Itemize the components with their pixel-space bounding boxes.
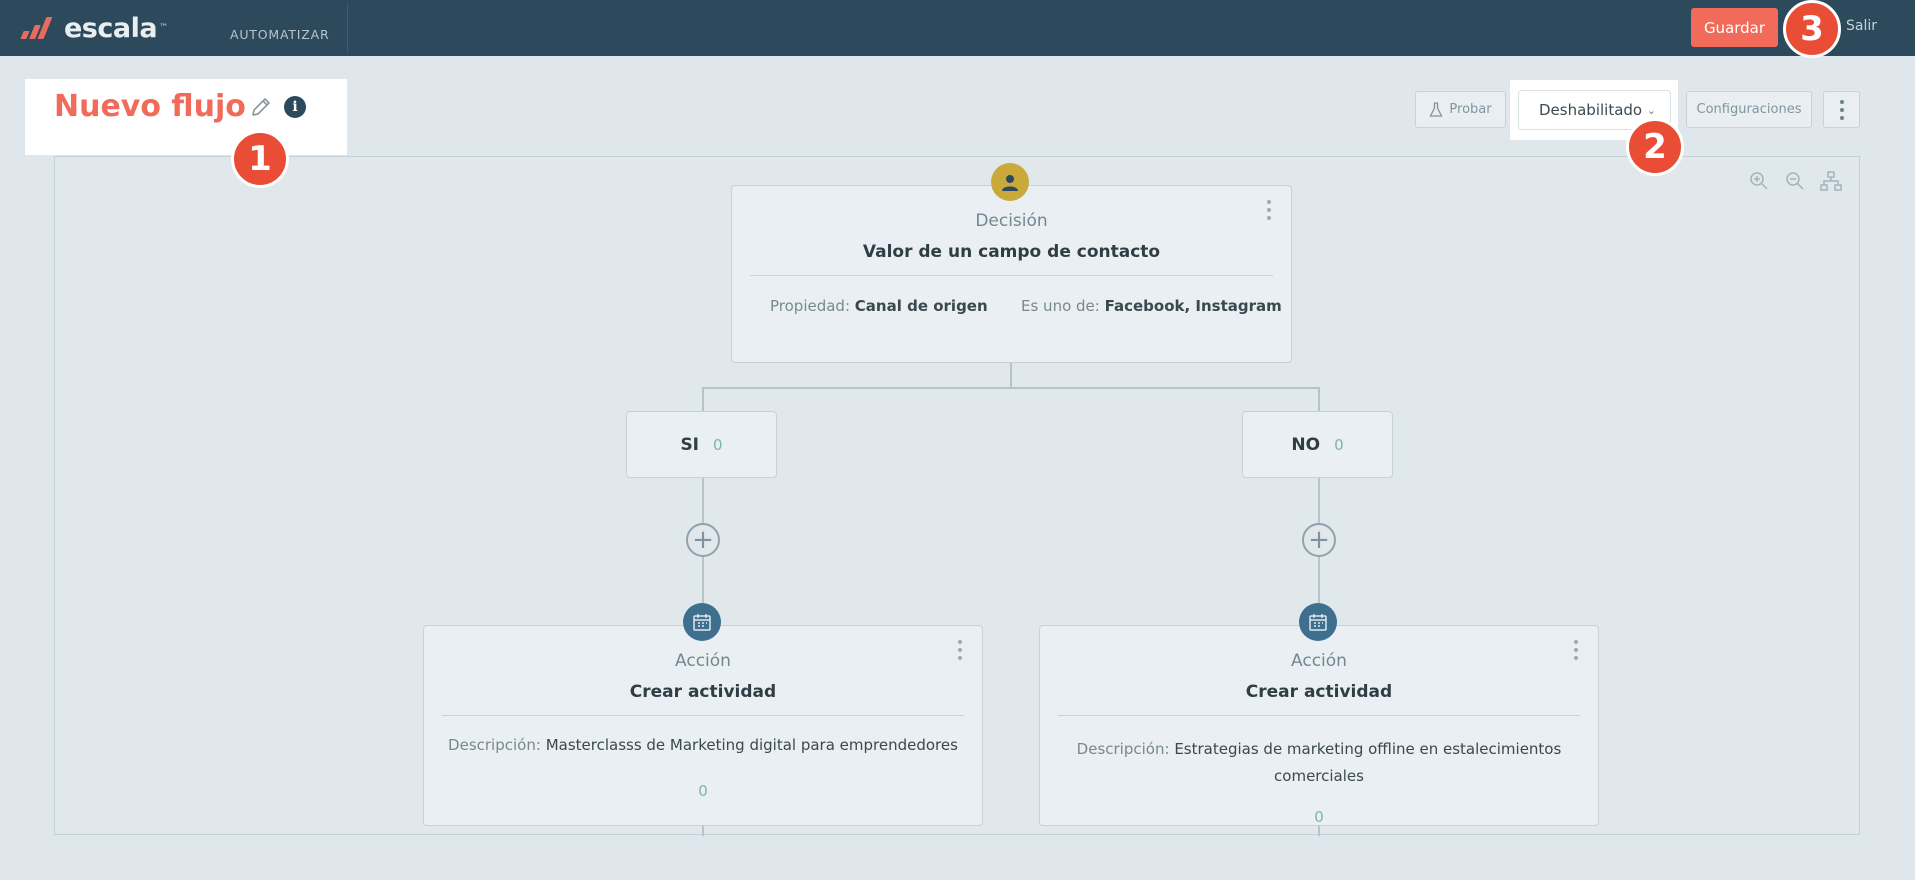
branch-count: 0 bbox=[713, 435, 723, 454]
callout-badge-1: 1 bbox=[231, 130, 289, 188]
nav-automatizar[interactable]: AUTOMATIZAR bbox=[230, 27, 329, 42]
branch-label: SI bbox=[680, 434, 700, 455]
escala-logo[interactable]: escala ™ bbox=[18, 12, 168, 44]
action-description: Descripción: Estrategias de marketing of… bbox=[1076, 740, 1562, 785]
callout-badge-2: 2 bbox=[1626, 118, 1684, 176]
more-options-button[interactable] bbox=[1823, 91, 1860, 128]
node-divider bbox=[442, 715, 964, 716]
save-button[interactable]: Guardar bbox=[1691, 8, 1778, 47]
node-divider bbox=[750, 275, 1273, 276]
kebab-menu-icon bbox=[1839, 99, 1844, 120]
nav-divider bbox=[347, 4, 348, 52]
branch-label: NO bbox=[1291, 434, 1321, 455]
branch-yes[interactable]: SI 0 bbox=[626, 411, 777, 478]
settings-button-label: Configuraciones bbox=[1696, 102, 1802, 117]
decision-condition: Es uno de: Facebook, Instagram bbox=[1021, 297, 1282, 315]
test-button[interactable]: Probar bbox=[1415, 91, 1506, 128]
logo-trademark: ™ bbox=[159, 23, 169, 33]
zoom-in-icon[interactable] bbox=[1749, 171, 1769, 191]
zoom-out-icon[interactable] bbox=[1785, 171, 1805, 191]
logo-text: escala bbox=[64, 12, 158, 44]
layout-tree-icon[interactable] bbox=[1820, 171, 1842, 191]
connector-line bbox=[1318, 826, 1320, 836]
node-type: Decisión bbox=[975, 211, 1048, 231]
node-title: Crear actividad bbox=[1245, 682, 1393, 702]
flow-title: Nuevo flujo bbox=[54, 89, 246, 124]
node-title: Valor de un campo de contacto bbox=[862, 242, 1161, 262]
exit-button[interactable]: Salir bbox=[1846, 18, 1877, 34]
branch-count: 0 bbox=[1334, 435, 1344, 454]
add-step-button[interactable]: + bbox=[686, 523, 720, 557]
decision-property: Propiedad: Canal de origen bbox=[770, 297, 988, 315]
action-node[interactable]: Acción Crear actividad Descripción: Mast… bbox=[423, 625, 983, 826]
test-button-label: Probar bbox=[1449, 102, 1492, 117]
action-description: Descripción: Masterclasss de Marketing d… bbox=[448, 736, 958, 754]
add-step-button[interactable]: + bbox=[1302, 523, 1336, 557]
node-divider bbox=[1058, 715, 1580, 716]
logo-bars-icon bbox=[18, 14, 58, 42]
user-icon bbox=[991, 163, 1029, 201]
connector-line bbox=[702, 387, 704, 411]
flask-icon bbox=[1429, 101, 1443, 117]
chevron-down-icon: ⌄ bbox=[1646, 104, 1656, 117]
info-icon[interactable]: i bbox=[284, 96, 306, 118]
node-count: 0 bbox=[1314, 808, 1324, 826]
connector-line bbox=[1318, 387, 1320, 411]
calendar-icon bbox=[683, 603, 721, 641]
settings-button[interactable]: Configuraciones bbox=[1686, 91, 1812, 128]
node-type: Acción bbox=[1291, 651, 1347, 671]
action-node[interactable]: Acción Crear actividad Descripción: Estr… bbox=[1039, 625, 1599, 826]
node-type: Acción bbox=[675, 651, 731, 671]
connector-line bbox=[702, 387, 1319, 389]
flow-title-block: Nuevo flujo i bbox=[25, 79, 347, 155]
status-value: Deshabilitado bbox=[1539, 101, 1643, 119]
calendar-icon bbox=[1299, 603, 1337, 641]
pencil-edit-icon[interactable] bbox=[249, 95, 273, 119]
node-count: 0 bbox=[698, 782, 708, 800]
branch-no[interactable]: NO 0 bbox=[1242, 411, 1393, 478]
callout-badge-3: 3 bbox=[1783, 0, 1841, 58]
top-navbar: escala ™ AUTOMATIZAR Guardar Salir bbox=[0, 0, 1915, 56]
decision-node[interactable]: Decisión Valor de un campo de contacto P… bbox=[731, 185, 1292, 363]
connector-line bbox=[1010, 362, 1012, 388]
node-title: Crear actividad bbox=[629, 682, 777, 702]
connector-line bbox=[702, 826, 704, 836]
